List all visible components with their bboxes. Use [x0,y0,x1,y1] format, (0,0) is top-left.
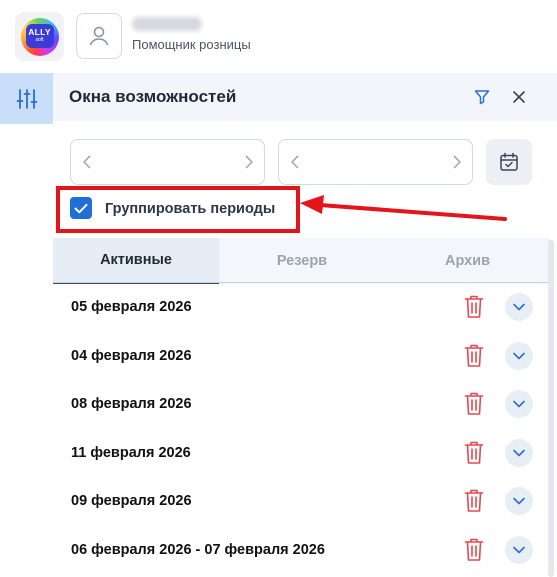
period-date: 04 февраля 2026 [71,347,192,364]
chevron-right-icon [245,155,253,169]
chevron-left-icon [83,155,91,169]
prev-date-button[interactable] [289,154,301,170]
tab-archive[interactable]: Архив [385,238,550,284]
chevron-down-icon [513,449,525,456]
annotation-arrow [300,195,507,221]
trash-icon[interactable] [464,538,484,562]
list-item: 04 февраля 2026 [53,333,550,381]
filter-button[interactable] [471,86,493,108]
filter-icon [474,90,490,105]
chevron-down-icon [513,400,525,408]
period-date: 09 февраля 2026 [71,493,192,509]
tab-active[interactable]: Активные [53,238,219,284]
user-name-redacted [132,17,202,31]
expand-button[interactable] [505,390,533,418]
close-button[interactable] [508,86,530,108]
chevron-down-icon [513,303,525,311]
expand-button[interactable] [505,341,533,370]
chevron-left-icon [291,155,299,169]
list-item: 06 февраля 2026 - 07 февраля 2026 [53,527,550,575]
list-item: 09 февраля 2026 [53,478,550,526]
left-rail [0,73,53,577]
list-item: 05 февраля 2026 [53,284,550,332]
trash-icon[interactable] [464,489,484,513]
chevron-down-icon [513,352,525,359]
list-item: 11 февраля 2026 [53,430,550,478]
opportunity-windows-panel: Окна возможностей Группировать периоды А… [53,73,557,577]
user-role: Помощник розницы [132,37,251,52]
date-from-input[interactable] [70,139,265,185]
calendar-button[interactable] [486,139,532,185]
expand-button[interactable] [505,487,533,515]
next-date-button[interactable] [451,154,463,170]
trash-icon[interactable] [464,392,484,416]
list-item: 08 февраля 2026 [53,381,550,429]
sliders-icon [16,88,37,109]
filters-toggle-button[interactable] [0,73,53,124]
next-date-button[interactable] [243,154,255,170]
period-date: 08 февраля 2026 [71,396,192,412]
chevron-right-icon [453,155,461,169]
logo-subtext: soft [35,37,44,43]
period-date: 06 февраля 2026 - 07 февраля 2026 [71,541,325,558]
trash-icon[interactable] [464,295,484,319]
trash-icon[interactable] [464,344,484,368]
chevron-down-icon [513,497,525,505]
group-periods-checkbox[interactable] [70,197,92,219]
expand-button[interactable] [505,293,533,321]
panel-title: Окна возможностей [69,87,237,106]
avatar[interactable] [76,13,122,59]
group-periods-label[interactable]: Группировать периоды [105,201,275,217]
logo-image: ALLY soft [20,17,59,56]
panel-header: Окна возможностей [53,73,557,121]
period-date: 11 февраля 2026 [71,444,191,461]
check-icon [74,203,88,213]
app-logo[interactable]: ALLY soft [15,12,64,61]
period-date: 05 февраля 2026 [71,299,192,315]
chevron-down-icon [513,546,525,553]
calendar-icon [500,152,518,171]
status-tabs: Активные Резерв Архив [53,238,550,284]
scrollbar[interactable] [548,240,554,577]
date-to-input[interactable] [278,139,473,185]
logo-text: ALLY [28,27,51,37]
prev-date-button[interactable] [81,154,93,170]
close-icon [513,91,525,103]
user-icon [89,26,109,46]
tab-reserve[interactable]: Резерв [219,238,385,284]
expand-button[interactable] [505,438,533,467]
trash-icon[interactable] [464,441,484,465]
expand-button[interactable] [505,535,533,564]
tabs-divider [53,282,550,283]
app-header: ALLY soft Помощник розницы [0,0,557,73]
